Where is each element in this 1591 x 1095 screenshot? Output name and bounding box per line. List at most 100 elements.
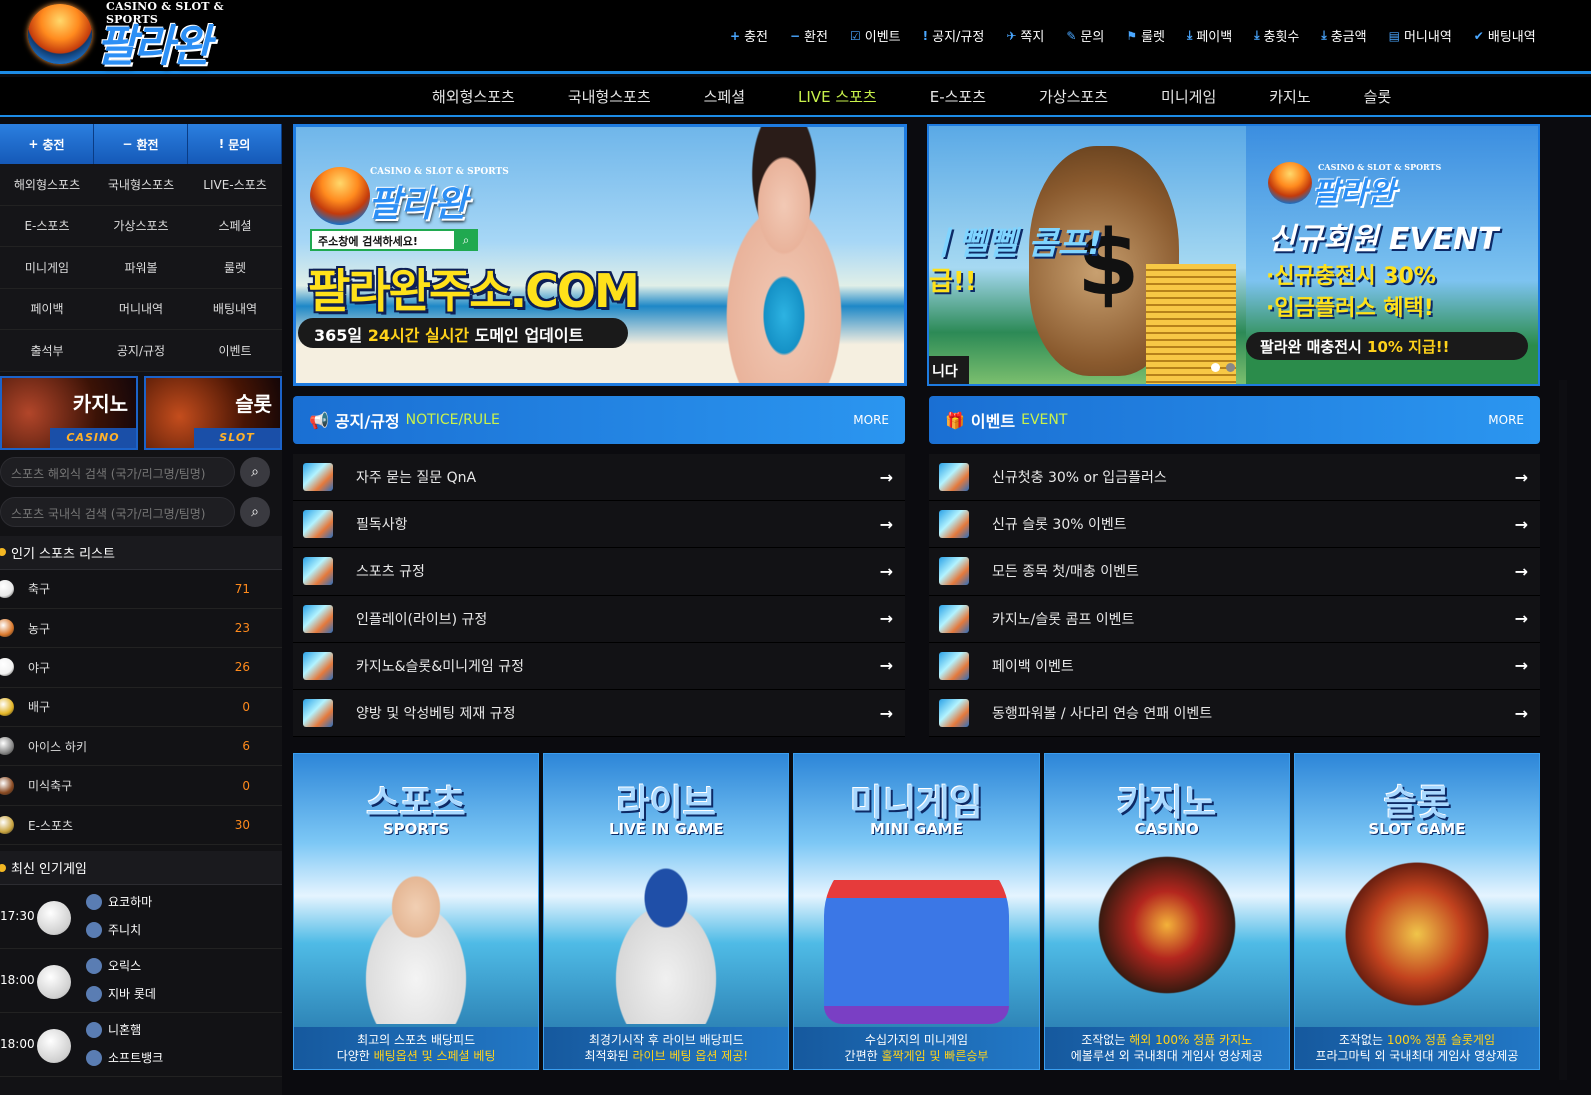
- game-card-3[interactable]: 카지노 CASINO 조작없는 해외 100% 정품 카지노 에볼루션 외 국내최대 …: [1043, 753, 1290, 1070]
- search-icon[interactable]: ⌕: [240, 496, 270, 527]
- sport-row[interactable]: E-스포츠 30: [0, 806, 282, 846]
- sidebar-menu-item[interactable]: 머니내역: [94, 288, 188, 330]
- sport-row[interactable]: 야구 26: [0, 648, 282, 688]
- main-nav-item-5[interactable]: 가상스포츠: [1039, 86, 1108, 107]
- sidebar-menu-item[interactable]: 스페셜: [188, 205, 282, 247]
- topnav-item-6[interactable]: ⚑ 룰렛: [1126, 26, 1165, 46]
- topnav-item-1[interactable]: − 환전: [790, 26, 828, 46]
- event-more-link[interactable]: MORE: [1488, 413, 1524, 427]
- game-card-1[interactable]: 라이브 LIVE IN GAME 최경기시작 후 라이브 배당피드 최적화된 라이브 …: [543, 753, 790, 1070]
- topnav-item-3[interactable]: ! 공지/규정: [923, 26, 985, 46]
- notice-row[interactable]: 양방 및 악성베팅 제재 규정 →: [293, 689, 905, 738]
- topnav-item-4[interactable]: ✈ 쪽지: [1006, 26, 1044, 46]
- sport-row[interactable]: 농구 23: [0, 609, 282, 649]
- slide-event-title: 신규회원 EVENT: [1268, 222, 1499, 257]
- sport-name: E-스포츠: [28, 818, 74, 833]
- domestic-search-input[interactable]: 스포츠 국내식 검색 (국가/리그명/팀명): [0, 496, 235, 527]
- notice-row[interactable]: 스포츠 규정 →: [293, 548, 905, 596]
- game-card-4[interactable]: 슬롯 SLOT GAME 조작없는 100% 정품 슬롯게임 프라그마틱 외 국내최대…: [1293, 753, 1541, 1070]
- main-nav-item-4[interactable]: E-스포츠: [930, 86, 986, 107]
- sidebar-menu-item[interactable]: 해외형스포츠: [0, 164, 94, 206]
- notice-row[interactable]: 자주 묻는 질문 QnA →: [293, 454, 905, 502]
- event-row[interactable]: 카지노/슬롯 콤프 이벤트 →: [929, 595, 1540, 643]
- notice-row[interactable]: 카지노&슬롯&미니게임 규정 →: [293, 642, 905, 690]
- main-nav-item-8[interactable]: 슬롯: [1364, 86, 1392, 107]
- game-row[interactable]: 17:30 요코하마 주니치: [0, 885, 282, 950]
- event-row[interactable]: 페이백 이벤트 →: [929, 642, 1540, 690]
- domain-banner[interactable]: CASINO & SLOT & SPORTS 팔라완 주소창에 검색하세요! ⌕…: [293, 124, 907, 386]
- overseas-search-input[interactable]: 스포츠 해외식 검색 (국가/리그명/팀명): [0, 456, 235, 487]
- sidebar-menu-item[interactable]: 이벤트: [188, 330, 282, 372]
- game-card-2[interactable]: 미니게임 MINI GAME 수십가지의 미니게임 간편한 홀짝게임 및 빠른승부: [793, 753, 1040, 1070]
- sidebar-menu-item[interactable]: E-스포츠: [0, 205, 94, 247]
- event-panel-header: 🎁 이벤트 EVENT MORE: [929, 396, 1540, 444]
- sport-row[interactable]: 미식축구 0: [0, 766, 282, 806]
- notice-more-link[interactable]: MORE: [853, 413, 889, 427]
- home-team: 요코하마: [86, 893, 152, 910]
- main-nav-item-6[interactable]: 미니게임: [1161, 86, 1216, 107]
- thumbnail-image: [939, 699, 969, 728]
- sidebar-menu-item[interactable]: 국내형스포츠: [94, 164, 188, 206]
- carousel-dot[interactable]: [1226, 363, 1235, 372]
- topnav-item-2[interactable]: ☑ 이벤트: [849, 26, 901, 46]
- quick-action-2[interactable]: ! 문의: [188, 124, 282, 164]
- logo-name: 팔라완: [96, 21, 211, 72]
- topnav-item-5[interactable]: ✎ 문의: [1066, 26, 1104, 46]
- caption-line-2: 프라그마틱 외 국내최대 게임사 영상제공: [1295, 1048, 1539, 1064]
- notice-row[interactable]: 필독사항 →: [293, 501, 905, 549]
- main-nav-item-0[interactable]: 해외형스포츠: [432, 86, 515, 107]
- topnav-item-8[interactable]: ⤓ 충횟수: [1254, 26, 1299, 45]
- quick-action-0[interactable]: + 충전: [0, 124, 94, 164]
- event-row[interactable]: 동행파워볼 / 사다리 연승 연패 이벤트 →: [929, 689, 1540, 738]
- sidebar-menu-item[interactable]: 출석부: [0, 330, 94, 372]
- carousel-dots: [1211, 363, 1235, 372]
- topnav-icon: ☑: [849, 28, 861, 43]
- main-nav-item-2[interactable]: 스페셜: [704, 86, 745, 107]
- thumbnail-image: [939, 510, 969, 539]
- event-row[interactable]: 신규첫충 30% or 입금플러스 →: [929, 454, 1540, 502]
- notice-item-title: 인플레이(라이브) 규정: [356, 611, 488, 628]
- quick-action-label: 충전: [42, 137, 65, 152]
- sport-row[interactable]: 배구 0: [0, 688, 282, 728]
- sport-row[interactable]: 아이스 하키 6: [0, 727, 282, 767]
- sidebar-menu-item[interactable]: 공지/규정: [94, 330, 188, 372]
- carousel-dot[interactable]: [1211, 363, 1220, 372]
- topnav-label: 충금액: [1330, 30, 1367, 45]
- main-nav-item-1[interactable]: 국내형스포츠: [568, 86, 651, 107]
- main-category-nav: 해외형스포츠 국내형스포츠 스페셜 LIVE 스포츠 E-스포츠 가상스포츠 미니게임 카지노…: [0, 77, 1591, 117]
- game-row[interactable]: 18:00 오릭스 지바 롯데: [0, 949, 282, 1014]
- casino-promo-tile[interactable]: 카지노 CASINO: [0, 375, 138, 450]
- event-banner-carousel[interactable]: $ ㅣ뻴뻴 콤프! 급!! 니다 CASINO & SLOT & SPORTS …: [927, 124, 1540, 386]
- site-logo[interactable]: CASINO & SLOT & SPORTS 팔라완: [26, 0, 266, 72]
- main-nav-item-3[interactable]: LIVE 스포츠: [798, 86, 877, 107]
- topnav-item-0[interactable]: + 충전: [730, 26, 768, 46]
- event-row[interactable]: 모든 종목 첫/매충 이벤트 →: [929, 548, 1540, 596]
- right-edge-panel: [1559, 380, 1567, 1080]
- sidebar-menu-item[interactable]: 파워볼: [94, 247, 188, 289]
- sidebar-menu-item[interactable]: 가상스포츠: [94, 205, 188, 247]
- quick-action-1[interactable]: − 환전: [94, 124, 188, 164]
- sidebar-menu-item[interactable]: 배팅내역: [188, 288, 282, 330]
- topnav-item-11[interactable]: ✔ 배팅내역: [1474, 26, 1536, 46]
- sidebar-menu-item[interactable]: LIVE-스포츠: [188, 164, 282, 206]
- baseball-icon: [37, 901, 71, 936]
- thumbnail-image: [939, 557, 969, 586]
- event-row[interactable]: 신규 슬롯 30% 이벤트 →: [929, 501, 1540, 549]
- gift-icon: 🎁: [945, 410, 965, 430]
- topnav-item-7[interactable]: ⤓ 페이백: [1187, 26, 1232, 45]
- game-row[interactable]: 18:00 니혼햄 소프트뱅크: [0, 1013, 282, 1078]
- sport-row[interactable]: 축구 71: [0, 570, 282, 609]
- overseas-sports-search: 스포츠 해외식 검색 (국가/리그명/팀명) ⌕: [0, 454, 282, 490]
- arrow-right-icon: →: [879, 514, 893, 534]
- search-icon[interactable]: ⌕: [240, 456, 270, 487]
- topnav-item-10[interactable]: ▤ 머니내역: [1389, 26, 1452, 46]
- sidebar-menu-item[interactable]: 페이백: [0, 288, 94, 330]
- game-card-0[interactable]: 스포츠 SPORTS 최고의 스포츠 배당피드 다양한 배팅옵션 및 스페셜 베팅: [293, 753, 540, 1070]
- sidebar-menu-item[interactable]: 룰렛: [188, 247, 282, 289]
- notice-row[interactable]: 인플레이(라이브) 규정 →: [293, 595, 905, 643]
- main-nav-item-7[interactable]: 카지노: [1269, 86, 1310, 107]
- arrow-right-icon: →: [1514, 467, 1528, 487]
- sidebar-menu-item[interactable]: 미니게임: [0, 247, 94, 289]
- slot-promo-tile[interactable]: 슬롯 SLOT: [144, 375, 282, 450]
- topnav-item-9[interactable]: ⤓ 충금액: [1321, 26, 1366, 45]
